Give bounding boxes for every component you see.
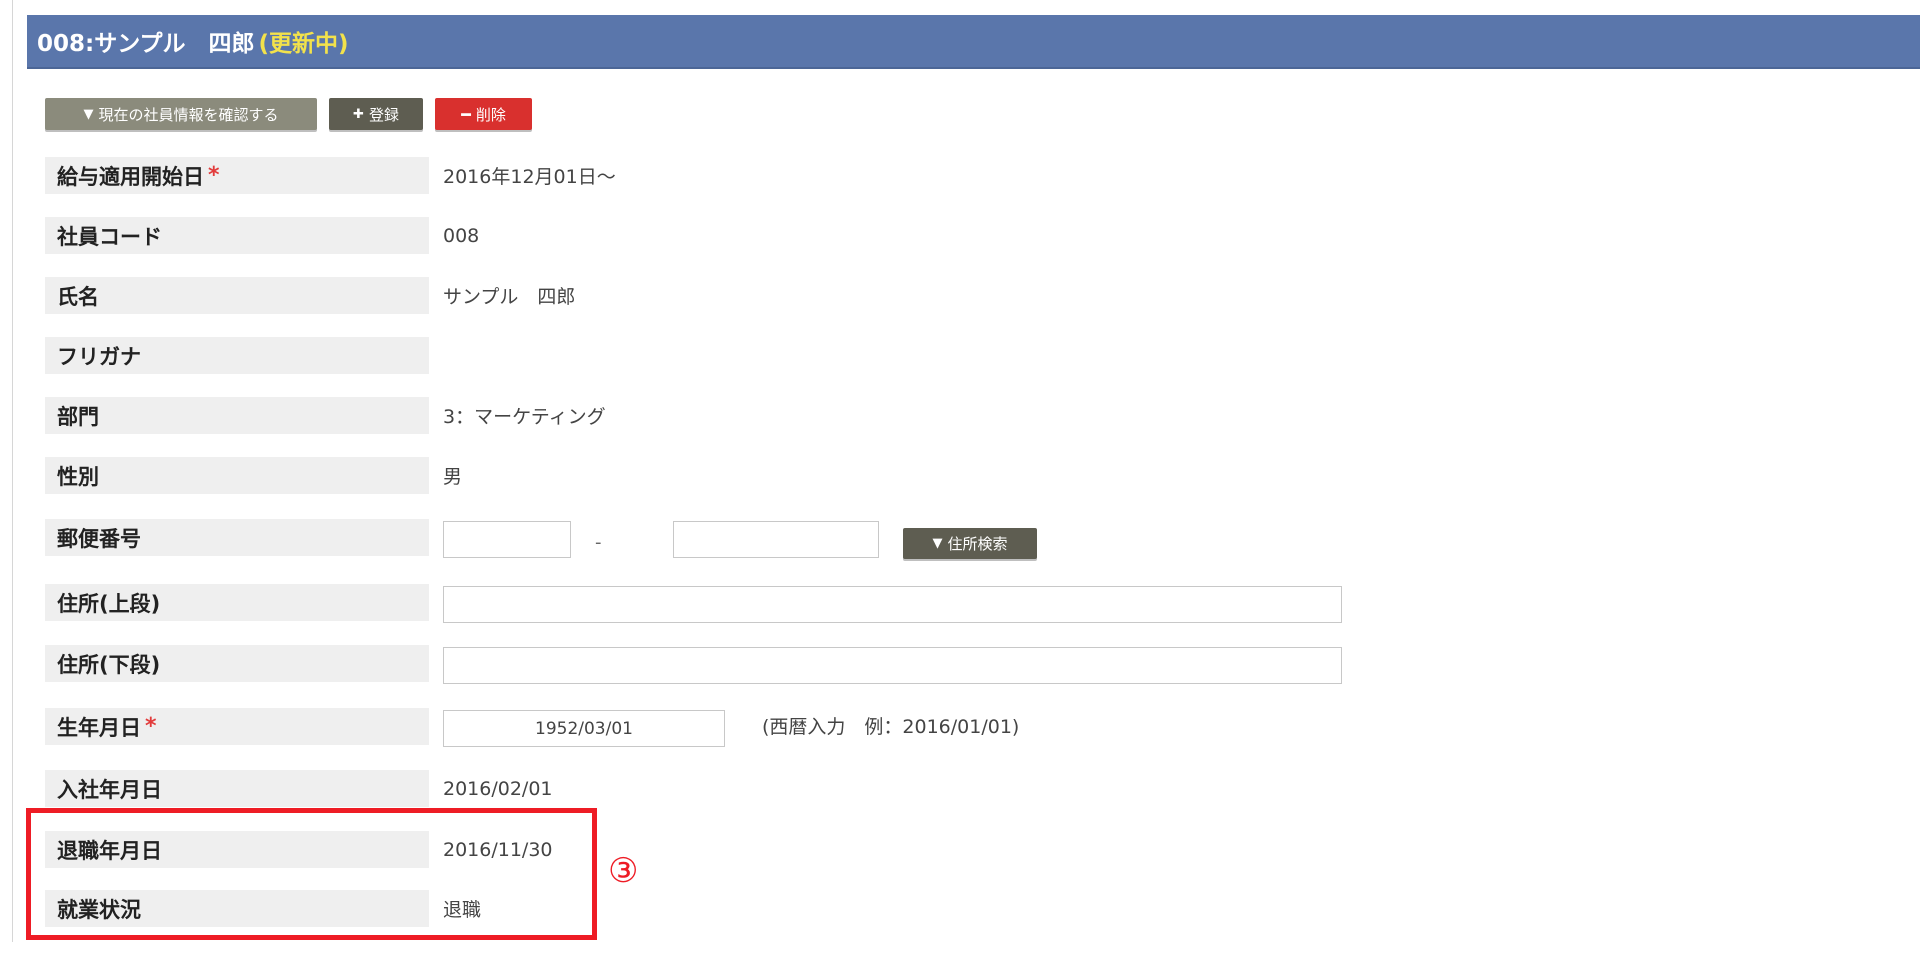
hire-date-label: 入社年月日	[45, 770, 429, 807]
annotation-highlight-box	[26, 808, 597, 940]
employee-code-label: 社員コード	[45, 217, 429, 254]
edit-status-label: (更新中)	[258, 31, 349, 57]
required-mark: *	[208, 163, 220, 188]
birthdate-label-text: 生年月日	[57, 715, 141, 740]
gender-label: 性別	[45, 457, 429, 494]
birthdate-input[interactable]	[443, 710, 725, 747]
register-label: 登録	[368, 105, 399, 124]
address-search-button[interactable]: ▼ 住所検索	[903, 528, 1037, 559]
address-search-label: 住所検索	[947, 535, 1008, 553]
page-title-bar: 008:サンプル 四郎 (更新中)	[27, 15, 1920, 69]
postal-code-second-input[interactable]	[673, 521, 879, 558]
confirm-employee-info-label: 現在の社員情報を確認する	[98, 105, 279, 124]
postal-code-first-input[interactable]	[443, 521, 571, 558]
employee-edit-page: 008:サンプル 四郎 (更新中) ▼ 現在の社員情報を確認する ✚ 登録 ━ …	[0, 0, 1920, 968]
birthdate-hint: (西暦入力 例：2016/01/01)	[762, 716, 1020, 738]
salary-start-date-value: 2016年12月01日〜	[443, 166, 616, 188]
confirm-employee-info-button[interactable]: ▼ 現在の社員情報を確認する	[45, 98, 317, 130]
delete-label: 削除	[475, 105, 506, 124]
department-label: 部門	[45, 397, 429, 434]
hire-date-value: 2016/02/01	[443, 777, 553, 800]
caret-down-icon: ▼	[932, 536, 943, 551]
delete-button[interactable]: ━ 削除	[435, 98, 532, 130]
full-name-label: 氏名	[45, 277, 429, 314]
address-lower-label: 住所(下段)	[45, 645, 429, 682]
address-lower-input[interactable]	[443, 647, 1342, 684]
full-name-value: サンプル 四郎	[443, 286, 576, 308]
plus-icon: ✚	[353, 106, 364, 122]
salary-start-date-label: 給与適用開始日 *	[45, 157, 429, 194]
address-upper-label: 住所(上段)	[45, 584, 429, 621]
furigana-label: フリガナ	[45, 337, 429, 374]
postal-code-label: 郵便番号	[45, 519, 429, 556]
employee-code-value: 008	[443, 224, 480, 247]
minus-icon: ━	[461, 104, 471, 124]
annotation-callout-number: ③	[608, 851, 639, 891]
gender-value: 男	[443, 466, 463, 488]
caret-down-icon: ▼	[83, 106, 94, 122]
required-mark: *	[145, 714, 157, 739]
toolbar: ▼ 現在の社員情報を確認する ✚ 登録 ━ 削除	[45, 98, 532, 130]
address-upper-input[interactable]	[443, 586, 1342, 623]
register-button[interactable]: ✚ 登録	[329, 98, 423, 130]
department-value: 3：マーケティング	[443, 406, 606, 428]
page-title: 008:サンプル 四郎	[37, 31, 255, 57]
postal-code-separator: -	[595, 532, 602, 553]
birthdate-label: 生年月日 *	[45, 708, 429, 745]
salary-start-date-label-text: 給与適用開始日	[57, 164, 204, 189]
left-border	[12, 0, 13, 942]
